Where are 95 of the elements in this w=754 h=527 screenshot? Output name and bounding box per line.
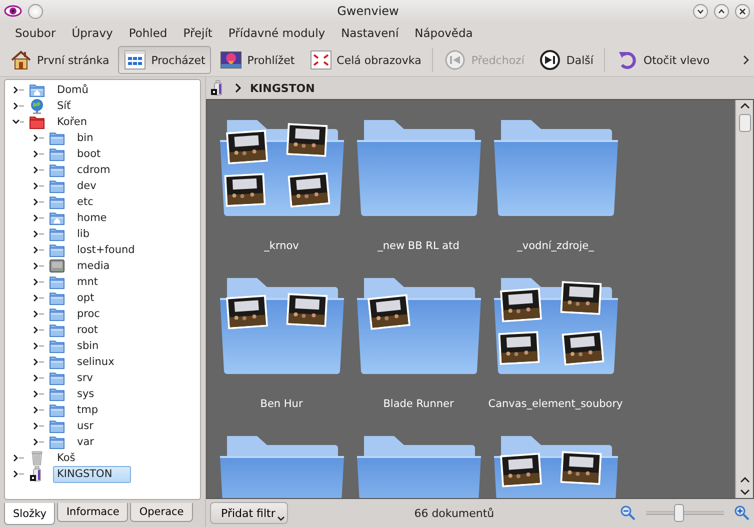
slider-thumb[interactable] — [674, 504, 684, 522]
trash-icon — [29, 450, 45, 466]
scrollbar-thumb[interactable] — [738, 114, 750, 132]
toolbar-button[interactable]: Procházet — [118, 46, 212, 74]
tree-item[interactable]: etc — [73, 194, 98, 210]
folder-icon — [49, 162, 65, 178]
folder-icon — [49, 194, 65, 210]
folder-icon — [49, 434, 65, 450]
tree-item[interactable]: Kořen — [53, 114, 91, 130]
folder-label: Blade Runner — [383, 398, 454, 410]
folder-icon — [49, 130, 65, 146]
folder-label: _krnov — [264, 240, 299, 252]
folder-icon — [49, 338, 65, 354]
tree-item[interactable]: var — [73, 434, 98, 450]
folder-icon — [49, 306, 65, 322]
zoom-out-icon — [620, 505, 636, 521]
menu-item[interactable]: Nápověda — [408, 24, 480, 42]
folder-label: _new BB RL atd — [378, 240, 460, 252]
close-button[interactable] — [735, 4, 750, 18]
menu-item[interactable]: Nastavení — [334, 24, 406, 42]
toolbar-button[interactable]: První stránka — [4, 46, 116, 74]
globe-icon — [29, 98, 45, 114]
breadcrumb-item[interactable]: KINGSTON — [250, 82, 315, 94]
menu-item[interactable]: Pohled — [122, 24, 174, 42]
folder-icon — [49, 418, 65, 434]
tree-item[interactable]: boot — [73, 146, 105, 162]
zoom-in-icon — [734, 505, 750, 521]
folder-icon — [49, 226, 65, 242]
tree-item[interactable]: opt — [73, 290, 98, 306]
folder-label: Ben Hur — [260, 398, 303, 410]
folder-icon — [49, 290, 65, 306]
folder-icon — [49, 370, 65, 386]
tree-item[interactable]: Síť — [53, 98, 75, 114]
tree-item[interactable]: Domů — [53, 82, 92, 98]
folder-icon — [49, 386, 65, 402]
tree-item[interactable]: KINGSTON — [53, 466, 131, 482]
folder-icon — [49, 354, 65, 370]
tree-item[interactable]: srv — [73, 370, 98, 386]
tree-item[interactable]: mnt — [73, 274, 102, 290]
panel-tab[interactable]: Operace — [130, 503, 193, 522]
next-icon — [539, 49, 562, 71]
folder-icon — [49, 242, 65, 258]
close-icon — [737, 6, 748, 16]
tree-item[interactable]: usr — [73, 418, 98, 434]
image-icon — [220, 49, 242, 71]
minimize-button[interactable] — [693, 4, 708, 18]
menu-item[interactable]: Přídavné moduly — [221, 24, 332, 42]
chevron-right-icon — [234, 83, 242, 93]
folder-icon — [49, 402, 65, 418]
folder-label: Canvas_element_soubory — [488, 398, 623, 410]
folder-icon — [49, 274, 65, 290]
tree-item[interactable]: lib — [73, 226, 94, 242]
previous-icon — [444, 49, 466, 71]
toolbar-button[interactable]: Celá obrazovka — [304, 46, 428, 74]
more-chevron-icon — [742, 55, 750, 65]
tree-item[interactable]: sys — [73, 386, 98, 402]
tree-item[interactable]: cdrom — [73, 162, 114, 178]
menu-item[interactable]: Úpravy — [64, 24, 120, 42]
home-folder-icon — [29, 82, 45, 98]
toolbar-button[interactable]: Otočit vlevo — [610, 46, 716, 74]
rotate-left-icon — [616, 49, 638, 71]
tree-item[interactable]: tmp — [73, 402, 102, 418]
folder-icon — [49, 322, 65, 338]
tree-item[interactable]: home — [73, 210, 111, 226]
drive-icon — [49, 258, 65, 274]
eye-icon — [4, 3, 22, 19]
tree-item[interactable]: sbin — [73, 338, 103, 354]
tree-item[interactable]: proc — [73, 306, 104, 322]
folder-icon — [49, 146, 65, 162]
folder-label: _vodní_zdroje_ — [517, 240, 594, 252]
tree-item[interactable]: selinux — [73, 354, 118, 370]
tree-item[interactable]: bin — [73, 130, 98, 146]
house-icon — [10, 49, 32, 71]
window-menu-button[interactable] — [28, 4, 43, 18]
tree-item[interactable]: root — [73, 322, 102, 338]
panel-tab[interactable]: Informace — [57, 503, 128, 522]
maximize-button[interactable] — [714, 4, 729, 18]
panel-tab[interactable]: Složky — [4, 503, 56, 525]
add-filter-button[interactable]: Přidat filtr — [210, 502, 288, 524]
fullscreen-icon — [310, 49, 332, 71]
window-title: Gwenview — [336, 4, 400, 18]
toolbar-button[interactable]: Další — [533, 46, 600, 74]
toolbar-button[interactable]: Prohlížet — [214, 46, 301, 74]
tree-item[interactable]: Koš — [53, 450, 80, 466]
caret-icon — [277, 515, 286, 523]
document-count: 66 dokumentů — [413, 506, 496, 520]
thumbnail-grid-icon — [124, 49, 146, 71]
home-folder-icon — [49, 210, 65, 226]
folder-icon — [29, 114, 45, 130]
tree-item[interactable]: dev — [73, 178, 100, 194]
tree-item[interactable]: lost+found — [73, 242, 139, 258]
menu-item[interactable]: Přejít — [176, 24, 220, 42]
folder-icon — [49, 178, 65, 194]
menu-item[interactable]: Soubor — [8, 24, 63, 42]
tree-item[interactable]: media — [73, 258, 114, 274]
